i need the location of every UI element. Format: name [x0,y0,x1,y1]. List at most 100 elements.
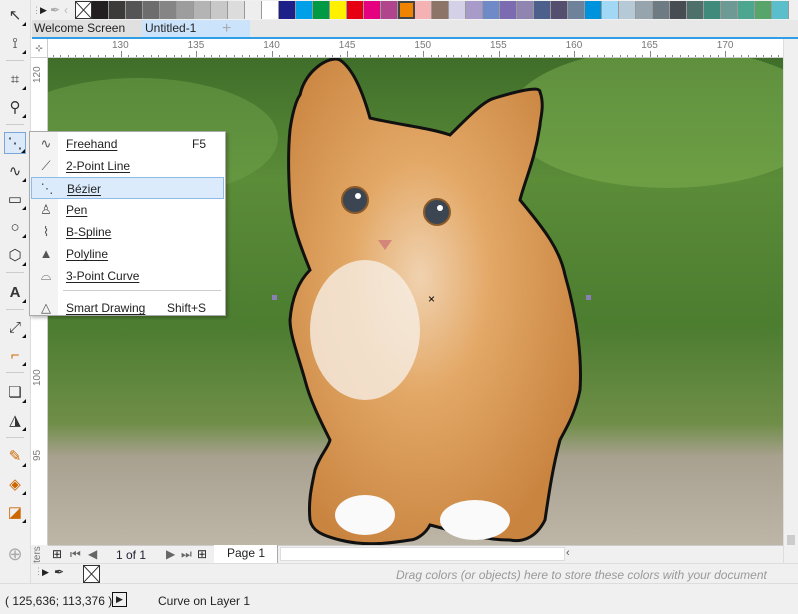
freehand-icon: ∿ [40,136,52,151]
color-swatch[interactable] [279,1,296,19]
color-swatch[interactable] [653,1,670,19]
document-tabs: Welcome Screen Untitled-1 + [32,20,798,39]
color-swatch[interactable] [449,1,466,19]
color-swatch[interactable] [143,1,160,19]
smart-fill-tool[interactable]: ◪ [4,501,26,523]
color-swatch[interactable] [636,1,653,19]
menu-item-pen[interactable]: ♙ Pen [31,199,224,221]
color-swatch[interactable] [500,1,517,19]
color-swatch[interactable] [177,1,194,19]
color-swatch[interactable] [330,1,347,19]
ellipse-tool[interactable]: ○ [4,216,26,238]
curve-tools-flyout: ∿ Freehand F5 ⟋ 2-Point Line ⋱ Bézier ♙ Pen ⌇ B-Sp… [29,131,226,316]
bezier-tool[interactable]: ⋱ [4,132,26,154]
color-swatch[interactable] [432,1,449,19]
prev-page-button[interactable]: ◀ [88,547,97,561]
two-point-line-icon: ⟋ [41,158,51,173]
color-swatch[interactable] [398,1,415,19]
color-swatch[interactable] [347,1,364,19]
transparency-tool[interactable]: ◮ [4,409,26,431]
eyedropper-tool[interactable]: ✎ [4,445,26,467]
color-swatch[interactable] [381,1,398,19]
no-color-swatch[interactable] [75,1,92,19]
eyedropper-icon[interactable]: ✒ [50,3,64,17]
color-swatch[interactable] [585,1,602,19]
ruler-label: 145 [338,40,356,51]
color-swatch[interactable] [228,1,245,19]
ruler-label: 100 [32,369,43,386]
color-swatch[interactable] [245,1,262,19]
color-swatch[interactable] [721,1,738,19]
zoom-tool[interactable]: ⚲ [4,96,26,118]
horizontal-scrollbar[interactable] [280,547,565,561]
color-swatch[interactable] [619,1,636,19]
color-swatch[interactable] [296,1,313,19]
color-swatch[interactable] [160,1,177,19]
color-swatch[interactable] [602,1,619,19]
rectangle-tool[interactable]: ▭ [4,188,26,210]
horizontal-ruler[interactable]: 130 135 140 145 150 155 160 165 170 [45,39,783,58]
first-page-button[interactable]: ⏮ [70,547,81,562]
tab-welcome-screen[interactable]: Welcome Screen [32,20,142,37]
color-swatch[interactable] [126,1,143,19]
color-swatch[interactable] [415,1,432,19]
color-swatch[interactable] [211,1,228,19]
artistic-media-tool[interactable]: ∿ [4,160,26,182]
last-page-button[interactable]: ⏭ [181,547,192,562]
color-swatch[interactable] [109,1,126,19]
polygon-tool[interactable]: ⬡ [4,244,26,266]
parallel-dimension-tool[interactable]: ⤢ [4,316,26,338]
menu-item-2-point-line[interactable]: ⟋ 2-Point Line [31,155,224,177]
connector-tool[interactable]: ⌐ [4,344,26,366]
vertical-scrollbar[interactable] [783,39,798,563]
palette-menu-arrow-icon[interactable]: ▶ [40,5,50,16]
status-menu-button[interactable]: ▶ [112,592,127,607]
eyedropper-icon[interactable]: ✒ [54,565,64,579]
next-page-button[interactable]: ▶ [166,547,175,561]
add-tool-icon[interactable]: ⊕ [4,543,26,565]
scroll-left-icon[interactable]: ‹ [64,3,75,17]
pick-tool[interactable]: ↖ [4,4,26,26]
new-tab-button[interactable]: + [220,20,236,37]
menu-item-smart-drawing[interactable]: △ Smart Drawing Shift+S [31,297,224,319]
page-tab[interactable]: Page 1 [214,545,278,563]
add-page-before-button[interactable]: ⊞ [52,547,62,561]
no-color-swatch[interactable] [83,565,100,583]
ruler-origin-icon[interactable]: ⊹ [31,39,48,58]
drop-shadow-tool[interactable]: ❏ [4,381,26,403]
color-swatch[interactable] [92,1,109,19]
color-swatch[interactable] [772,1,789,19]
scroll-left-button[interactable]: ‹ [566,547,570,559]
color-swatch[interactable] [364,1,381,19]
color-swatch[interactable] [483,1,500,19]
menu-item-label: Bézier [67,182,102,196]
document-palette: ⋮ ▶ ✒ Drag colors (or objects) here to s… [32,563,798,583]
ruler-label: 170 [716,40,734,51]
color-swatch[interactable] [755,1,772,19]
shape-tool[interactable]: ⟟ [4,32,26,54]
polyline-icon: ▲ [39,246,53,261]
menu-item-b-zier[interactable]: ⋱ Bézier [31,177,224,199]
color-swatch[interactable] [313,1,330,19]
menu-item-shortcut: Shift+S [166,301,206,315]
menu-item-3-point-curve[interactable]: ⌓ 3-Point Curve [31,265,224,287]
color-swatch[interactable] [466,1,483,19]
color-swatch[interactable] [670,1,687,19]
color-swatch[interactable] [687,1,704,19]
menu-item-freehand[interactable]: ∿ Freehand F5 [31,133,224,155]
color-swatch[interactable] [568,1,585,19]
text-tool[interactable]: A [4,281,26,303]
interactive-fill-tool[interactable]: ◈ [4,473,26,495]
color-swatch[interactable] [534,1,551,19]
crop-tool[interactable]: ⌗ [4,68,26,90]
palette-menu-arrow-icon[interactable]: ▶ [42,567,49,578]
color-swatch[interactable] [517,1,534,19]
menu-item-b-spline[interactable]: ⌇ B-Spline [31,221,224,243]
color-swatch[interactable] [194,1,211,19]
color-swatch[interactable] [262,1,279,19]
color-swatch[interactable] [704,1,721,19]
add-page-after-button[interactable]: ⊞ [197,547,207,561]
color-swatch[interactable] [738,1,755,19]
menu-item-polyline[interactable]: ▲ Polyline [31,243,224,265]
color-swatch[interactable] [551,1,568,19]
